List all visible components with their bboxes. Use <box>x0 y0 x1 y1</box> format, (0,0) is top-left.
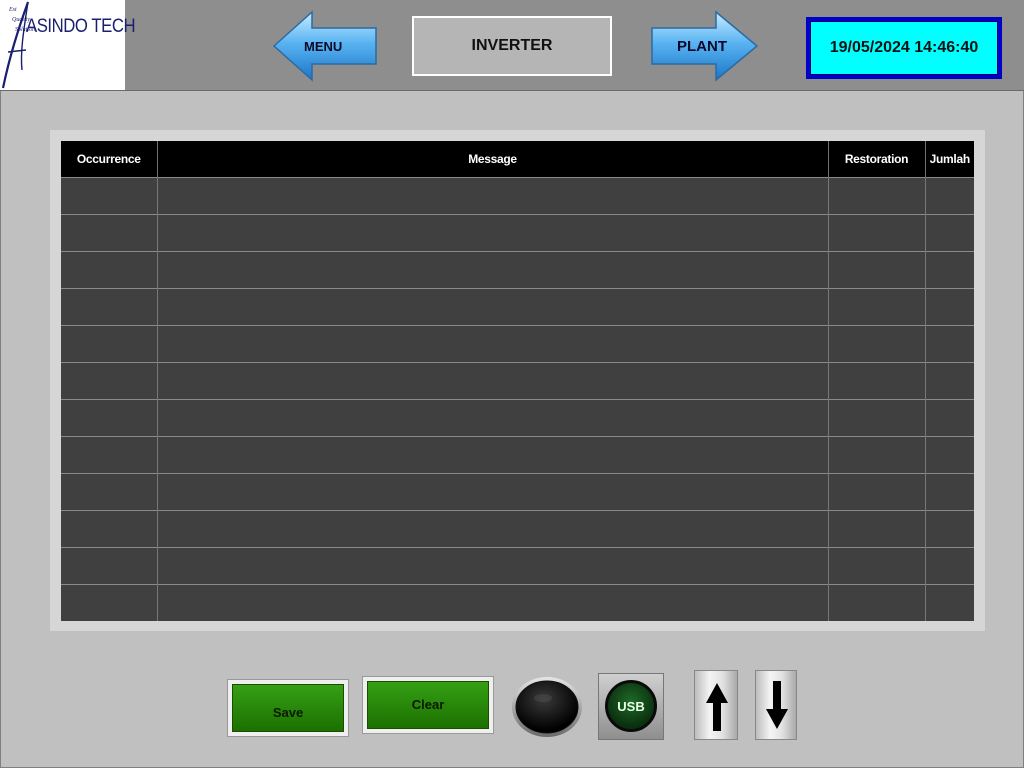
column-header-occurrence: Occurrence <box>61 141 158 178</box>
cell-jumlah <box>925 584 974 621</box>
arrow-down-icon <box>766 681 788 729</box>
scroll-up-button[interactable] <box>694 670 738 740</box>
cell-jumlah <box>925 214 974 252</box>
datetime-text: 19/05/2024 14:46:40 <box>810 21 998 75</box>
cell-jumlah <box>925 399 974 437</box>
table-row <box>61 473 974 511</box>
table-row <box>61 362 974 400</box>
table-row <box>61 214 974 252</box>
table-row <box>61 510 974 548</box>
cell-restoration <box>828 214 926 252</box>
cell-restoration <box>828 251 926 289</box>
cell-restoration <box>828 325 926 363</box>
header-bar: Est Quality Solution ASINDO TECH MENU IN… <box>0 0 1024 91</box>
cell-restoration <box>828 288 926 326</box>
cell-jumlah <box>925 325 974 363</box>
menu-button[interactable]: MENU <box>272 10 380 82</box>
table-row <box>61 436 974 474</box>
cell-message <box>157 510 829 548</box>
cell-jumlah <box>925 288 974 326</box>
company-logo: Est Quality Solution ASINDO TECH <box>0 0 136 90</box>
cell-jumlah <box>925 547 974 585</box>
table-row <box>61 399 974 437</box>
cell-jumlah <box>925 436 974 474</box>
cell-restoration <box>828 436 926 474</box>
cell-occurrence <box>61 436 158 474</box>
cell-jumlah <box>925 362 974 400</box>
column-header-restoration: Restoration <box>828 141 926 178</box>
arrow-up-icon <box>706 683 728 731</box>
usb-button[interactable]: USB <box>598 673 664 740</box>
alarm-table: Occurrence Message Restoration Jumlah <box>61 141 974 621</box>
table-row <box>61 288 974 326</box>
indicator-lamp-icon <box>512 677 582 737</box>
table-row <box>61 547 974 585</box>
cell-occurrence <box>61 362 158 400</box>
cell-message <box>157 584 829 621</box>
cell-message <box>157 325 829 363</box>
cell-restoration <box>828 362 926 400</box>
cell-jumlah <box>925 510 974 548</box>
cell-restoration <box>828 399 926 437</box>
page-title: INVERTER <box>412 16 612 76</box>
column-header-jumlah: Jumlah <box>925 141 974 178</box>
menu-button-label: MENU <box>304 39 343 54</box>
plant-button[interactable]: PLANT <box>650 10 760 82</box>
cell-message <box>157 288 829 326</box>
cell-message <box>157 436 829 474</box>
cell-occurrence <box>61 547 158 585</box>
usb-button-label: USB <box>605 680 657 732</box>
cell-message <box>157 362 829 400</box>
clear-button[interactable]: Clear <box>362 676 494 734</box>
cell-occurrence <box>61 177 158 215</box>
logo-motto-line: Est <box>9 7 17 13</box>
table-row <box>61 177 974 215</box>
cell-message <box>157 251 829 289</box>
cell-message <box>157 214 829 252</box>
cell-occurrence <box>61 325 158 363</box>
clear-button-label: Clear <box>367 681 489 729</box>
cell-occurrence <box>61 473 158 511</box>
cell-jumlah <box>925 177 974 215</box>
cell-restoration <box>828 177 926 215</box>
cell-message <box>157 547 829 585</box>
cell-message <box>157 473 829 511</box>
cell-occurrence <box>61 584 158 621</box>
cell-restoration <box>828 584 926 621</box>
cell-restoration <box>828 510 926 548</box>
cell-occurrence <box>61 399 158 437</box>
table-row <box>61 325 974 363</box>
cell-occurrence <box>61 214 158 252</box>
cell-restoration <box>828 473 926 511</box>
logo-brand-text: ASINDO TECH <box>26 16 136 37</box>
save-button-label: Save <box>232 684 344 732</box>
table-row <box>61 251 974 289</box>
status-lamp <box>511 676 583 738</box>
alarm-panel: Occurrence Message Restoration Jumlah <box>50 130 985 631</box>
table-row <box>61 584 974 621</box>
cell-jumlah <box>925 251 974 289</box>
scroll-down-button[interactable] <box>755 670 797 740</box>
cell-message <box>157 177 829 215</box>
cell-occurrence <box>61 288 158 326</box>
column-header-message: Message <box>157 141 829 178</box>
alarm-table-header: Occurrence Message Restoration Jumlah <box>61 141 974 178</box>
cell-occurrence <box>61 510 158 548</box>
cell-restoration <box>828 547 926 585</box>
cell-jumlah <box>925 473 974 511</box>
cell-occurrence <box>61 251 158 289</box>
datetime-display: 19/05/2024 14:46:40 <box>806 17 1002 79</box>
plant-button-label: PLANT <box>677 38 727 55</box>
save-button[interactable]: Save <box>227 679 349 737</box>
cell-message <box>157 399 829 437</box>
